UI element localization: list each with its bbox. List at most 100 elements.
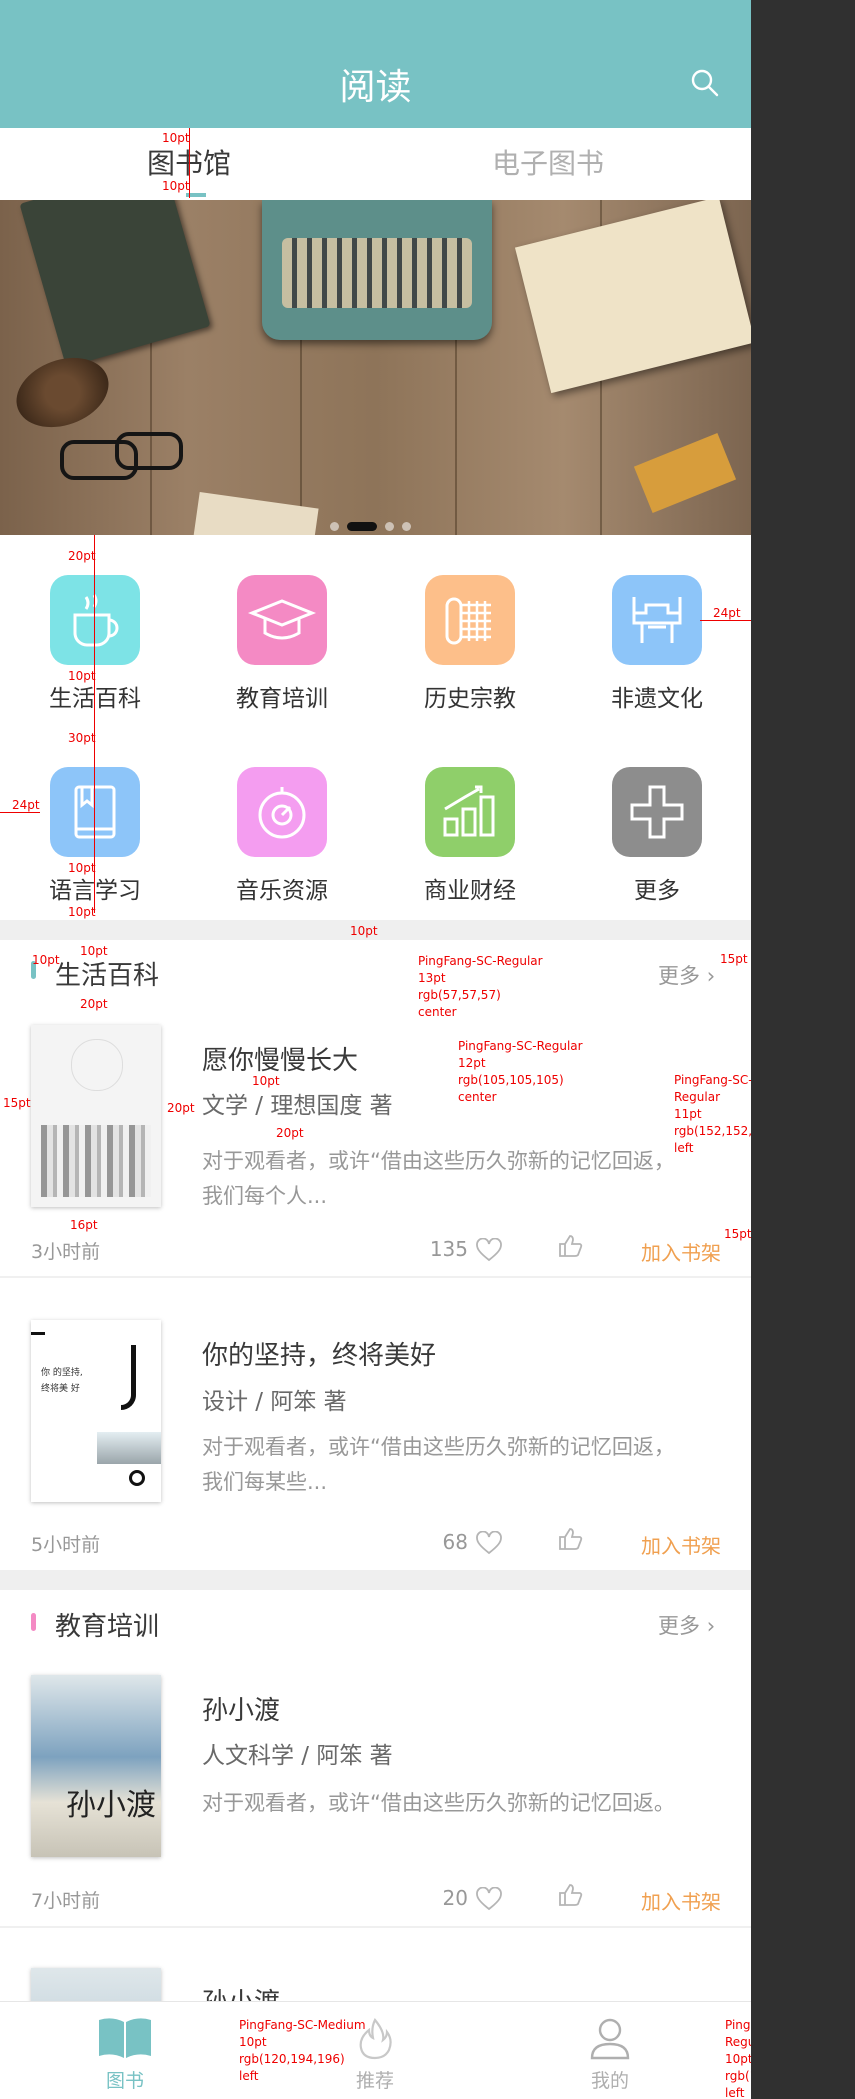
thumbs-up-icon[interactable] xyxy=(558,1527,584,1551)
spec-label: 10pt xyxy=(162,131,190,145)
tab-ebooks[interactable]: 电子图书 xyxy=(492,142,604,182)
spec-line xyxy=(94,535,95,913)
carousel-dots xyxy=(330,516,419,535)
carousel-dot[interactable] xyxy=(385,522,394,531)
category-more[interactable]: 更多 xyxy=(597,767,717,905)
category-life[interactable]: 生活百科 xyxy=(35,575,155,713)
tabbar-item-me[interactable]: 我的 xyxy=(555,2016,665,2093)
book-cover[interactable]: 你 的坚持, 终将美 好 xyxy=(31,1320,161,1502)
spec-note: PingFang-SC-Regular 12pt rgb(105,105,105) c… xyxy=(458,1038,583,1106)
time-ago: 7小时前 xyxy=(31,1890,101,1912)
more-label: 更多 xyxy=(658,964,700,988)
search-icon[interactable] xyxy=(690,68,720,98)
typewriter-image xyxy=(262,200,492,340)
top-tabs: 图书馆 电子图书 xyxy=(0,128,751,200)
tabbar-label: 我的 xyxy=(590,2070,629,2092)
book-desc: 对于观看者，或许“借由这些历久弥新的记忆回返。 xyxy=(202,1786,702,1821)
carousel-dot-active[interactable] xyxy=(347,522,377,531)
book-title[interactable]: 孙小渡 xyxy=(202,1690,280,1727)
spec-label: 16pt xyxy=(70,1218,98,1232)
spec-label: 20pt xyxy=(68,549,96,563)
book-title[interactable]: 愿你慢慢长大 xyxy=(202,1040,358,1077)
more-label: 更多 xyxy=(658,1614,700,1638)
book-desc: 对于观看者，或许“借由这些历久弥新的记忆回返， 我们每某些... xyxy=(202,1430,702,1500)
book-cover[interactable]: 孙小渡 xyxy=(31,1675,161,1857)
spec-label: 20pt xyxy=(276,1126,304,1140)
book-icon xyxy=(50,767,140,857)
cover-text-line: 你 的坚持, xyxy=(41,1368,83,1378)
category-business[interactable]: 商业财经 xyxy=(410,767,530,905)
spec-note: PingFang-SC-Regular 13pt rgb(57,57,57) cent… xyxy=(418,953,543,1021)
spec-text: rgb(175,175,175) xyxy=(725,2069,751,2083)
section-marker xyxy=(31,1613,36,1631)
tabbar-item-books[interactable]: 图书 xyxy=(70,2016,180,2093)
spec-label: 15pt xyxy=(720,952,748,966)
phone-screen: 阅读 图书馆 电子图书 生活百科 教育培训 历史宗教 非遗文化 语言学习 音乐资… xyxy=(0,0,751,2099)
more-link-education[interactable]: 更多 › xyxy=(658,1610,715,1640)
add-to-shelf-button[interactable]: 加入书架 xyxy=(641,1530,721,1559)
carousel-dot[interactable] xyxy=(402,522,411,531)
app-header: 阅读 xyxy=(0,0,751,128)
category-heritage[interactable]: 非遗文化 xyxy=(597,575,717,713)
spec-text: left xyxy=(239,2069,259,2083)
spec-text: left xyxy=(674,1141,694,1155)
category-music[interactable]: 音乐资源 xyxy=(222,767,342,905)
category-label: 音乐资源 xyxy=(236,878,328,904)
time-ago: 3小时前 xyxy=(31,1241,101,1263)
spec-label: 30pt xyxy=(68,731,96,745)
spec-text: 10pt xyxy=(725,2052,751,2066)
thumbs-up-icon[interactable] xyxy=(558,1883,584,1907)
category-history[interactable]: 历史宗教 xyxy=(410,575,530,713)
book-desc-line: 对于观看者，或许“借由这些历久弥新的记忆回返， xyxy=(202,1149,675,1173)
spec-text: rgb(105,105,105) xyxy=(458,1073,564,1087)
spec-text: PingFang-SC-Medium xyxy=(239,2018,366,2032)
bottom-tab-bar: 图书 推荐 我的 xyxy=(0,2001,751,2099)
thumbs-up-icon[interactable] xyxy=(558,1234,584,1258)
banner-carousel[interactable] xyxy=(0,200,751,535)
open-book-icon xyxy=(99,2018,151,2058)
spec-label: 15pt xyxy=(724,1227,751,1241)
glasses-image-2 xyxy=(115,432,183,470)
tabbar-label: 图书 xyxy=(105,2070,144,2092)
spec-label: 24pt xyxy=(713,606,741,620)
cover-title: 孙小渡 xyxy=(66,1788,156,1823)
spec-text: PingFang-SC-Regular xyxy=(458,1039,583,1053)
category-label: 商业财经 xyxy=(424,878,516,904)
more-link-life[interactable]: 更多 › xyxy=(658,960,715,990)
spec-text: center xyxy=(418,1005,457,1019)
coffee-cup-icon xyxy=(50,575,140,665)
spec-text: 11pt xyxy=(674,1107,702,1121)
cover-text-line: 终将美 好 xyxy=(41,1384,80,1394)
spec-text: 10pt xyxy=(239,2035,267,2049)
spec-note: PingFang-SC-Regular 11pt rgb(152,152,152) l… xyxy=(674,1072,751,1157)
book-meta: 设计 / 阿笨 著 xyxy=(202,1389,347,1415)
book-desc-line: 我们每某些... xyxy=(202,1470,328,1494)
category-label: 更多 xyxy=(634,878,680,904)
spec-label: 10pt xyxy=(252,1074,280,1088)
spec-label: 10pt xyxy=(350,924,378,938)
book-title[interactable]: 你的坚持，终将美好 xyxy=(202,1335,436,1372)
spec-label: 10pt xyxy=(162,179,190,193)
scroll-icon xyxy=(425,575,515,665)
book-desc: 对于观看者，或许“借由这些历久弥新的记忆回返， 我们每个人... xyxy=(202,1144,702,1214)
pinecone-image xyxy=(6,345,119,440)
book-cover[interactable] xyxy=(31,1025,161,1207)
heart-icon[interactable] xyxy=(476,1531,502,1555)
section-divider xyxy=(0,1570,751,1590)
spec-text: center xyxy=(458,1090,497,1104)
add-to-shelf-button[interactable]: 加入书架 xyxy=(641,1237,721,1266)
spec-note: PingFang-SC-Regular 10pt rgb(175,175,175) l… xyxy=(725,2017,751,2099)
add-to-shelf-button[interactable]: 加入书架 xyxy=(641,1886,721,1915)
heart-icon[interactable] xyxy=(476,1887,502,1911)
spec-label: 10pt xyxy=(68,861,96,875)
spec-text: 13pt xyxy=(418,971,446,985)
spec-label: 10pt xyxy=(32,953,60,967)
category-language[interactable]: 语言学习 xyxy=(35,767,155,905)
heart-icon[interactable] xyxy=(476,1238,502,1262)
category-label: 历史宗教 xyxy=(424,686,516,712)
category-education[interactable]: 教育培训 xyxy=(222,575,342,713)
notebook-image xyxy=(19,200,211,368)
spec-text: rgb(120,194,196) xyxy=(239,2052,345,2066)
carousel-dot[interactable] xyxy=(330,522,339,531)
spec-note: PingFang-SC-Medium 10pt rgb(120,194,196) le… xyxy=(239,2017,366,2085)
